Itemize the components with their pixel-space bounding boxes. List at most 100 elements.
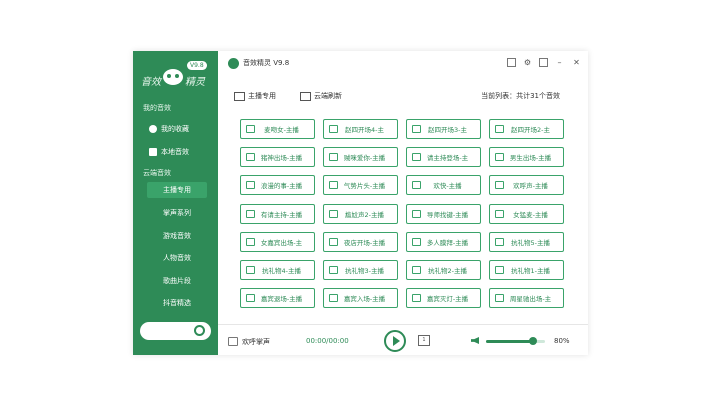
sound-label: 尴尬声2-主播 [345,211,384,219]
sound-button[interactable]: 赵四开场3-主 [406,119,481,139]
sound-button[interactable]: 请主持登场-主 [406,147,481,167]
play-time: 00:00/00:00 [306,337,349,345]
play-button[interactable] [384,330,406,352]
sound-button[interactable]: 麦吻女-主播 [240,119,315,139]
speaker-icon [495,294,504,302]
sound-button[interactable]: 浪漫的事-主播 [240,175,315,195]
folder-icon [149,148,157,156]
sound-button[interactable]: 抗礼物4-主播 [240,260,315,280]
search-input[interactable] [140,322,211,340]
title-bar: 音效精灵 V9.8 ⚙ – ✕ [218,51,588,75]
sidebar-item-games[interactable]: 游戏音效 [147,228,207,244]
sound-button[interactable]: 欢快-主播 [406,175,481,195]
sound-button[interactable]: 抗礼物5-主播 [489,232,564,252]
sidebar-item-applause[interactable]: 掌声系列 [147,205,207,221]
sound-label: 有请主持-主播 [260,211,303,219]
anchor-list-button[interactable]: 主播专用 [234,91,276,101]
speaker-icon [246,153,255,161]
sound-button[interactable]: 赵四开场4-主 [323,119,398,139]
skin-button[interactable] [507,58,516,67]
logo-text-right: 精灵 [185,77,205,88]
refresh-icon [300,91,311,101]
speaker-icon [329,181,338,189]
sound-label: 导师找键-主播 [426,211,469,219]
loop-mode-button[interactable]: 1 [418,335,430,346]
sidebar: V9.8 音效 精灵 我的音效 我的收藏 本地音效 云端音效 主播专用 掌声系列… [133,51,218,355]
sound-button[interactable]: 猪神出场-主播 [240,147,315,167]
settings-gear-icon[interactable]: ⚙ [523,58,532,67]
sound-label: 抗礼物5-主播 [511,239,550,247]
main-panel: 音效精灵 V9.8 ⚙ – ✕ 主播专用 云端刷新 当前列表：共计31个音效 麦… [218,51,588,355]
sidebar-item-local[interactable]: 本地音效 [149,147,189,157]
speaker-icon [246,266,255,274]
speaker-icon [246,210,255,218]
toolbar: 主播专用 云端刷新 当前列表：共计31个音效 [218,91,588,105]
sound-button[interactable]: 嘉宾入场-主播 [323,288,398,308]
sound-label: 麦吻女-主播 [264,126,299,134]
list-count: 当前列表：共计31个音效 [481,92,560,100]
sound-button[interactable]: 女嘉宾出场-主 [240,232,315,252]
speaker-icon [495,153,504,161]
sound-label: 抗礼物3-主播 [345,267,384,275]
sound-button[interactable]: 抗礼物3-主播 [323,260,398,280]
sound-button[interactable]: 夜店开场-主播 [323,232,398,252]
volume-slider[interactable] [486,337,545,345]
speaker-icon [329,294,338,302]
volume-fill [486,340,534,343]
speaker-icon [412,210,421,218]
speaker-icon [412,294,421,302]
sound-label: 请主持登场-主 [426,154,469,162]
sound-label: 多人膜拜-主播 [426,239,469,247]
cloud-refresh-button[interactable]: 云端刷新 [300,91,342,101]
speaker-icon [412,266,421,274]
sidebar-item-favorites[interactable]: 我的收藏 [149,124,189,134]
sound-label: 男生出场-主播 [509,154,552,162]
sound-button[interactable]: 抗礼物2-主播 [406,260,481,280]
star-icon [149,125,157,133]
sound-label: 气势片头-主播 [343,182,386,190]
sound-button[interactable]: 嘉宾退场-主播 [240,288,315,308]
speaker-icon [495,238,504,246]
my-sounds-title: 我的音效 [143,104,171,112]
sound-button[interactable]: 欢呼声-主播 [489,175,564,195]
sound-button[interactable]: 尴尬声2-主播 [323,204,398,224]
sound-label: 赵四开场3-主 [428,126,467,134]
sound-button[interactable]: 赵四开场2-主 [489,119,564,139]
sound-button[interactable]: 女猛麦-主播 [489,204,564,224]
sound-button[interactable]: 嘉宾灭灯-主播 [406,288,481,308]
window-title: 音效精灵 V9.8 [243,59,290,67]
sidebar-item-characters[interactable]: 人物音效 [147,250,207,266]
sound-button[interactable]: 男生出场-主播 [489,147,564,167]
sound-button[interactable]: 周星驰出场-主 [489,288,564,308]
speaker-icon [246,125,255,133]
sound-button[interactable]: 贼咪爱你-主播 [323,147,398,167]
sound-button[interactable]: 多人膜拜-主播 [406,232,481,252]
sound-button[interactable]: 气势片头-主播 [323,175,398,195]
app-icon [228,58,239,69]
sidebar-item-douyin[interactable]: 抖音精选 [147,295,207,311]
minimize-button[interactable]: – [555,58,564,67]
sound-label: 女猛麦-主播 [513,211,548,219]
sound-button[interactable]: 抗礼物1-主播 [489,260,564,280]
volume-handle[interactable] [529,337,538,345]
minimize-to-tray-button[interactable] [539,58,548,67]
close-button[interactable]: ✕ [572,58,581,67]
speaker-icon [495,125,504,133]
volume-icon[interactable] [471,337,479,344]
player-bar: 欢呼掌声 00:00/00:00 1 80% [218,324,588,356]
sidebar-item-songs[interactable]: 歌曲片段 [147,273,207,289]
logo-face-icon [163,69,183,85]
sidebar-item-anchor[interactable]: 主播专用 [147,182,207,198]
speaker-icon [495,181,504,189]
sound-label: 赵四开场2-主 [511,126,550,134]
speaker-icon [246,238,255,246]
speaker-icon [329,238,338,246]
logo-version: V9.8 [187,61,207,70]
search-icon[interactable] [194,325,205,336]
sound-label: 夜店开场-主播 [343,239,386,247]
sound-button[interactable]: 导师找键-主播 [406,204,481,224]
sound-label: 嘉宾灭灯-主播 [426,295,469,303]
speaker-icon [329,210,338,218]
sound-button[interactable]: 有请主持-主播 [240,204,315,224]
speaker-icon [246,294,255,302]
